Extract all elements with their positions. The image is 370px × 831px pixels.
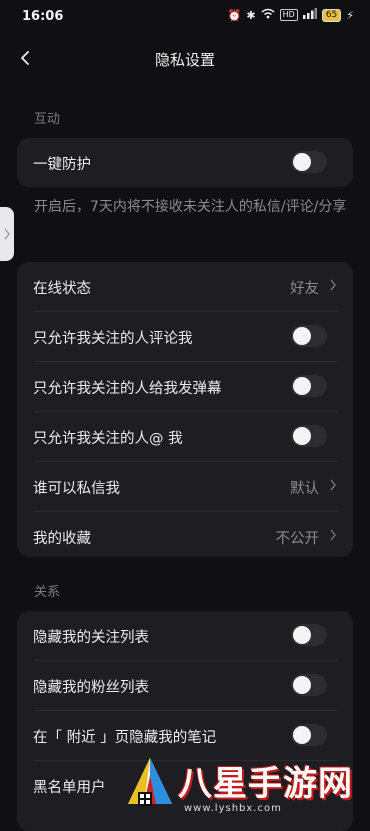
toggle-hide-following[interactable]: [291, 624, 327, 646]
row-label: 只允许我关注的人评论我: [33, 331, 193, 347]
row-label: 只允许我关注的人给我发弹幕: [33, 381, 222, 397]
toggle-knob: [293, 626, 311, 644]
card-privacy-settings: 在线状态 好友 只允许我关注的人评论我 只允许我关注的人给我发弹幕 只允许我关注…: [17, 262, 353, 557]
watermark-url: www.lyshbx.com: [184, 803, 282, 814]
row-my-favorites[interactable]: 我的收藏 不公开: [33, 512, 337, 561]
battery-icon: 65: [321, 8, 342, 22]
status-bar: 16:06 ⏰ ✱ HD 65 ⚡: [0, 0, 370, 34]
toggle-hide-notes-nearby[interactable]: [291, 724, 327, 746]
chevron-right-icon: [330, 279, 336, 291]
row-mention-only-following[interactable]: 只允许我关注的人@ 我: [33, 412, 337, 462]
row-online-status[interactable]: 在线状态 好友: [33, 262, 337, 312]
toggle-knob: [293, 726, 311, 744]
chevron-right-icon: [4, 228, 10, 240]
row-label: 一键防护: [33, 157, 91, 173]
status-icons: ⏰ ✱ HD 65 ⚡: [228, 8, 354, 22]
row-label: 只允许我关注的人@ 我: [33, 431, 183, 447]
row-who-can-dm[interactable]: 谁可以私信我 默认: [33, 462, 337, 512]
row-value: 默认: [290, 481, 319, 497]
toggle-mention-only-following[interactable]: [291, 425, 327, 447]
row-label: 隐藏我的粉丝列表: [33, 680, 149, 696]
row-label: 在线状态: [33, 281, 91, 297]
section-label-relations: 关系: [34, 585, 61, 600]
toggle-one-key-protect[interactable]: [291, 151, 327, 173]
toggle-knob: [293, 427, 311, 445]
row-comment-only-following[interactable]: 只允许我关注的人评论我: [33, 312, 337, 362]
row-value: 好友: [290, 281, 319, 297]
bluetooth-icon: ✱: [246, 8, 256, 22]
alarm-icon: ⏰: [227, 8, 242, 22]
card-one-key-protect: 一键防护: [17, 138, 353, 187]
watermark-text: 八星手游网: [178, 764, 353, 804]
row-value: 不公开: [275, 531, 320, 547]
row-danmaku-only-following[interactable]: 只允许我关注的人给我发弹幕: [33, 362, 337, 412]
row-one-key-protect[interactable]: 一键防护: [33, 138, 337, 187]
toggle-knob: [293, 377, 311, 395]
row-hide-following[interactable]: 隐藏我的关注列表: [33, 611, 337, 661]
section-label-interaction: 互动: [34, 112, 61, 127]
row-label: 谁可以私信我: [33, 481, 120, 497]
side-drawer-handle[interactable]: [0, 207, 14, 261]
chevron-right-icon: [330, 479, 336, 491]
row-label: 黑名单用户: [33, 780, 106, 796]
chevron-right-icon: [330, 529, 336, 541]
network-badge: HD: [279, 9, 298, 21]
nav-bar: 隐私设置: [0, 40, 370, 78]
row-label: 我的收藏: [33, 531, 91, 547]
signal-icon: [302, 8, 317, 22]
row-label: 在「 附近 」页隐藏我的笔记: [33, 730, 217, 746]
protect-description: 开启后，7天内将不接收未关注人的私信/评论/分享: [34, 199, 347, 215]
toggle-comment-only-following[interactable]: [291, 325, 327, 347]
page-title: 隐私设置: [154, 51, 215, 69]
row-label: 隐藏我的关注列表: [33, 630, 149, 646]
status-time: 16:06: [22, 9, 64, 24]
toggle-knob: [293, 153, 311, 171]
toggle-hide-fans[interactable]: [291, 674, 327, 696]
toggle-knob: [293, 676, 311, 694]
watermark-logo-icon: [128, 758, 172, 806]
row-hide-fans[interactable]: 隐藏我的粉丝列表: [33, 661, 337, 711]
toggle-knob: [293, 327, 311, 345]
charging-icon: ⚡: [346, 8, 354, 22]
toggle-danmaku-only-following[interactable]: [291, 375, 327, 397]
site-watermark: 八星手游网 www.lyshbx.com: [120, 752, 370, 822]
wifi-icon: [261, 8, 275, 22]
